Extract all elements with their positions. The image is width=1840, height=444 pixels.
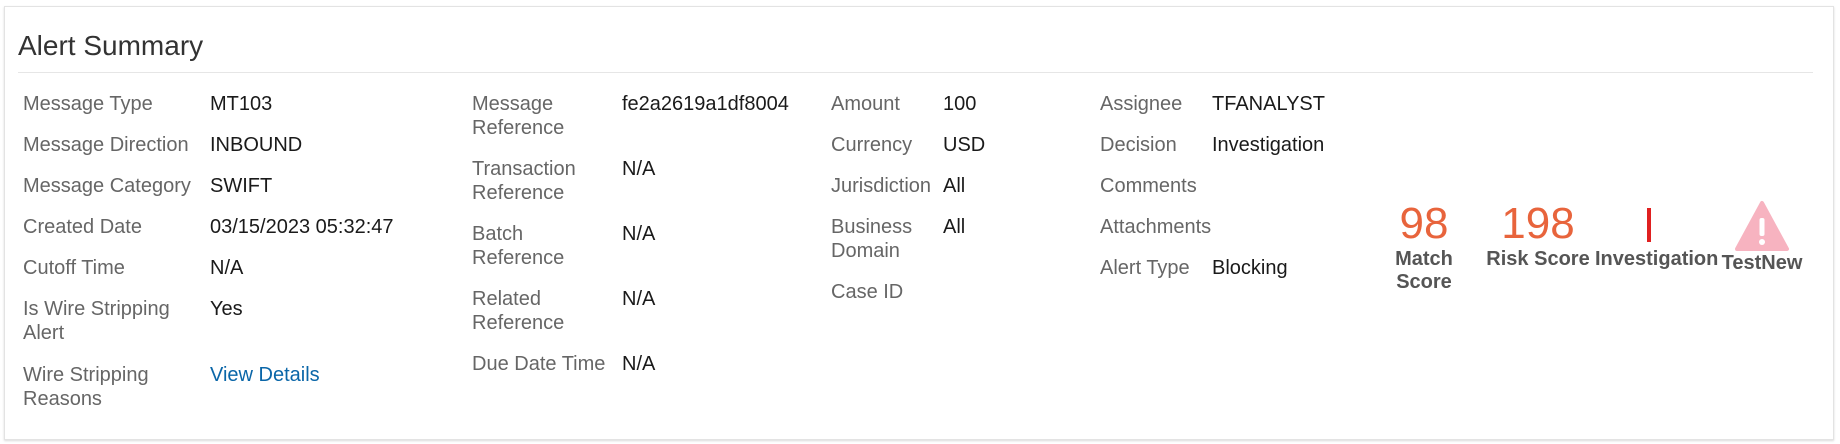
summary-column-3: Amount 100 Currency USD Jurisdiction All… xyxy=(831,92,985,321)
summary-column-4: Assignee TFANALYST Decision Investigatio… xyxy=(1100,92,1325,297)
field-message-type: Message Type MT103 xyxy=(23,92,394,133)
field-label: Batch Reference xyxy=(472,223,565,269)
field-value: Investigation xyxy=(1212,134,1325,156)
field-transaction-reference: Transaction Reference N/A xyxy=(472,157,789,222)
investigation-label: Investigation xyxy=(1595,248,1719,270)
field-value: Blocking xyxy=(1212,257,1288,279)
field-value: SWIFT xyxy=(210,175,273,197)
field-created-date: Created Date 03/15/2023 05:32:47 xyxy=(23,215,394,256)
field-business-domain: Business Domain All xyxy=(831,215,985,280)
field-value: All xyxy=(943,216,966,238)
field-label: Amount xyxy=(831,93,900,115)
field-related-reference: Related Reference N/A xyxy=(472,287,789,352)
field-label: Wire Stripping Reasons xyxy=(23,364,149,410)
field-value: 100 xyxy=(943,93,977,115)
investigation-widget[interactable]: Investigation xyxy=(1595,200,1719,271)
field-label: Message Direction xyxy=(23,134,189,156)
field-label: Message Reference xyxy=(472,93,565,139)
field-value: 03/15/2023 05:32:47 xyxy=(210,216,394,238)
field-jurisdiction: Jurisdiction All xyxy=(831,174,985,215)
field-message-category: Message Category SWIFT xyxy=(23,174,394,215)
field-cutoff-time: Cutoff Time N/A xyxy=(23,256,394,297)
field-label: Cutoff Time xyxy=(23,257,125,279)
field-label: Related Reference xyxy=(472,288,565,334)
testnew-label: TestNew xyxy=(1721,252,1803,274)
field-case-id: Case ID xyxy=(831,280,985,321)
field-label: Transaction Reference xyxy=(472,158,576,204)
field-alert-type: Alert Type Blocking xyxy=(1100,256,1325,297)
match-score-value: 98 xyxy=(1399,199,1449,248)
summary-column-2: Message Reference fe2a2619a1df8004 Trans… xyxy=(472,92,789,392)
match-score-widget[interactable]: 98 Match Score xyxy=(1385,200,1463,294)
field-value: TFANALYST xyxy=(1212,93,1325,115)
field-decision: Decision Investigation xyxy=(1100,133,1325,174)
field-wire-stripping-reasons: Wire Stripping Reasons View Details xyxy=(23,363,394,415)
field-value: USD xyxy=(943,134,986,156)
panel-title: Alert Summary xyxy=(18,30,204,61)
field-label: Is Wire Stripping Alert xyxy=(23,298,170,344)
field-message-reference: Message Reference fe2a2619a1df8004 xyxy=(472,92,789,157)
field-value: N/A xyxy=(622,158,656,180)
field-attachments: Attachments xyxy=(1100,215,1325,256)
match-score-label: Match Score xyxy=(1395,248,1453,293)
field-label: Decision xyxy=(1100,134,1177,156)
field-value: Yes xyxy=(210,298,243,320)
field-value: INBOUND xyxy=(210,134,303,156)
risk-score-value: 198 xyxy=(1501,199,1575,248)
title-divider xyxy=(18,72,1813,73)
view-details-link[interactable]: View Details xyxy=(210,363,320,387)
field-due-date-time: Due Date Time N/A xyxy=(472,352,789,392)
field-label: Due Date Time xyxy=(472,353,606,375)
field-value: fe2a2619a1df8004 xyxy=(622,93,789,115)
field-label: Message Type xyxy=(23,93,153,115)
field-label: Currency xyxy=(831,134,913,156)
field-comments: Comments xyxy=(1100,174,1325,215)
risk-score-widget[interactable]: 198 Risk Score xyxy=(1478,200,1598,271)
field-label: Alert Type xyxy=(1100,257,1190,279)
field-amount: Amount 100 xyxy=(831,92,985,133)
field-message-direction: Message Direction INBOUND xyxy=(23,133,394,174)
field-label: Message Category xyxy=(23,175,191,197)
field-label: Created Date xyxy=(23,216,142,238)
field-value: N/A xyxy=(622,353,656,375)
field-label: Business Domain xyxy=(831,216,913,262)
red-bar-icon xyxy=(1646,208,1651,242)
field-value: N/A xyxy=(210,257,244,279)
field-label: Assignee xyxy=(1100,93,1183,115)
field-label: Attachments xyxy=(1100,216,1212,238)
warning-triangle-icon xyxy=(1735,201,1789,251)
field-wire-stripping-alert: Is Wire Stripping Alert Yes xyxy=(23,297,394,363)
field-value: N/A xyxy=(622,223,656,245)
field-label: Comments xyxy=(1100,175,1197,197)
field-batch-reference: Batch Reference N/A xyxy=(472,222,789,287)
risk-score-label: Risk Score xyxy=(1486,248,1590,270)
field-label: Jurisdiction xyxy=(831,175,932,197)
testnew-widget[interactable]: TestNew xyxy=(1712,200,1812,275)
field-value: MT103 xyxy=(210,93,273,115)
field-value: N/A xyxy=(622,288,656,310)
field-value: All xyxy=(943,175,966,197)
field-assignee: Assignee TFANALYST xyxy=(1100,92,1325,133)
field-label: Case ID xyxy=(831,281,904,303)
summary-column-1: Message Type MT103 Message Direction INB… xyxy=(23,92,394,415)
field-currency: Currency USD xyxy=(831,133,985,174)
